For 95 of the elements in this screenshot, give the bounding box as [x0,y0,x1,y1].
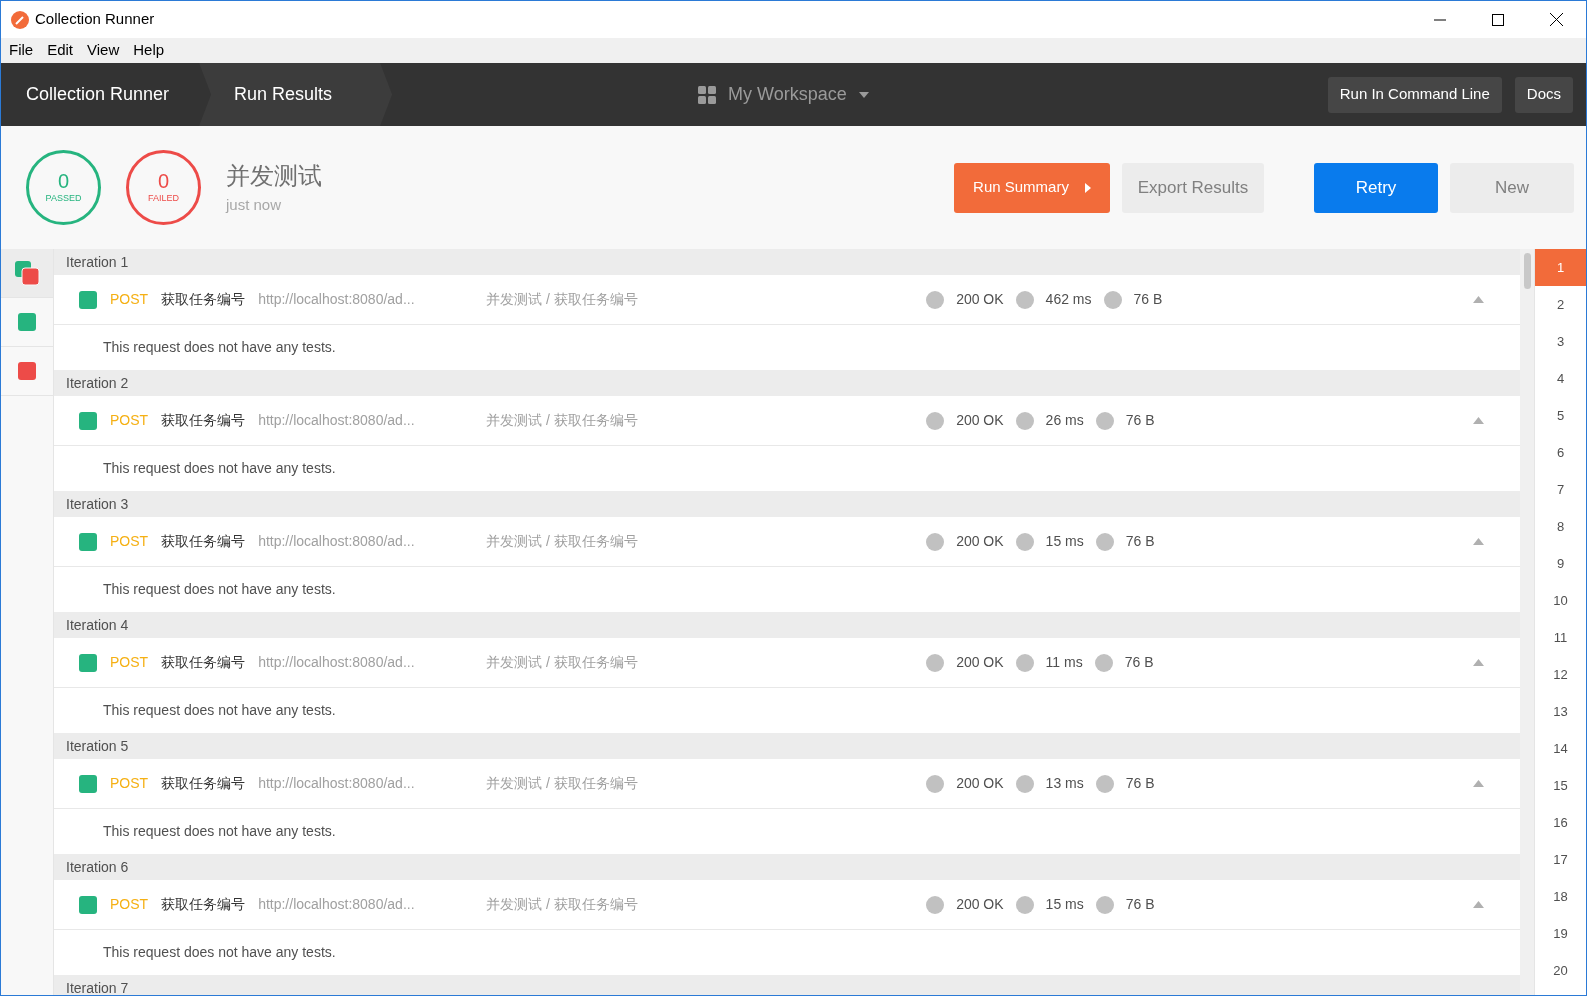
request-name: 获取任务编号 [161,774,246,793]
request-path: 并发测试 / 获取任务编号 [486,411,639,430]
response-size: 76 B [1125,774,1155,793]
iteration-nav-item[interactable]: 3 [1535,323,1586,360]
request-path: 并发测试 / 获取任务编号 [486,774,639,793]
window-title: Collection Runner [35,9,155,30]
response-status: 200 OK [956,653,1004,672]
response-status: 200 OK [956,411,1004,430]
request-method: POST [110,774,149,793]
iteration-header: Iteration 4 [54,612,1520,638]
iteration-nav-item[interactable]: 5 [1535,397,1586,434]
action-button[interactable]: Retry [1314,162,1438,213]
response-time: 11 ms [1045,653,1083,672]
iteration-nav-item[interactable]: 4 [1535,360,1586,397]
iteration-nav-item[interactable]: 8 [1535,508,1586,545]
iteration-nav-item[interactable]: 9 [1535,545,1586,582]
request-path: 并发测试 / 获取任务编号 [486,532,639,551]
iteration-nav-item[interactable]: 11 [1535,619,1586,656]
request-url: http://localhost:8080/ad... [258,774,416,793]
request-path: 并发测试 / 获取任务编号 [486,895,639,914]
response-time: 26 ms [1045,411,1084,430]
header-button[interactable]: Run In Command Line [1327,76,1502,113]
no-tests-message: This request does not have any tests. [103,580,336,599]
request-method: POST [110,411,149,430]
iteration-nav-item[interactable]: 18 [1535,878,1586,915]
iteration-nav-item[interactable]: 20 [1535,952,1586,989]
iteration-nav-item[interactable]: 10 [1535,582,1586,619]
request-method: POST [110,290,149,309]
workspace-dropdown[interactable]: My Workspace [728,81,869,108]
iteration-header: Iteration 1 [54,249,1520,275]
menu-item[interactable]: View [87,39,120,62]
iteration-nav-item[interactable]: 16 [1535,804,1586,841]
request-method: POST [110,532,149,551]
request-url: http://localhost:8080/ad... [258,653,416,672]
iteration-nav-item[interactable]: 14 [1535,730,1586,767]
response-status: 200 OK [956,290,1004,309]
response-time: 15 ms [1045,532,1084,551]
collection-name: 并发测试 [226,161,322,192]
breadcrumb-tab[interactable]: Collection Runner [1,63,200,126]
response-size: 76 B [1124,653,1154,672]
request-row[interactable]: POST 获取任务编号 http://localhost:8080/ad... 并发测试 / 获取任务编号 200 OK 462 ms 76 B [54,275,1520,325]
request-row[interactable]: POST 获取任务编号 http://localhost:8080/ad... 并发测试 / 获取任务编号 200 OK 15 ms 76 B [54,880,1520,930]
no-tests-message: This request does not have any tests. [103,943,336,962]
no-tests-message: This request does not have any tests. [103,459,336,478]
request-row[interactable]: POST 获取任务编号 http://localhost:8080/ad... 并发测试 / 获取任务编号 200 OK 15 ms 76 B [54,517,1520,567]
response-size: 76 B [1125,895,1155,914]
run-time: just now [226,195,283,216]
iteration-nav-item[interactable]: 12 [1535,656,1586,693]
failed-counter: 0 FAILED [126,150,201,225]
request-name: 获取任务编号 [161,411,246,430]
iteration-nav-item[interactable]: 13 [1535,693,1586,730]
response-time: 13 ms [1045,774,1084,793]
request-path: 并发测试 / 获取任务编号 [486,653,639,672]
response-size: 76 B [1125,411,1155,430]
response-status: 200 OK [956,532,1004,551]
no-tests-message: This request does not have any tests. [103,822,336,841]
request-path: 并发测试 / 获取任务编号 [486,290,639,309]
request-url: http://localhost:8080/ad... [258,411,416,430]
response-status: 200 OK [956,774,1004,793]
request-name: 获取任务编号 [161,532,246,551]
iteration-nav-item[interactable]: 17 [1535,841,1586,878]
response-size: 76 B [1125,532,1155,551]
iteration-nav-item[interactable]: 19 [1535,915,1586,952]
request-name: 获取任务编号 [161,895,246,914]
menu-item[interactable]: File [9,39,34,62]
request-row[interactable]: POST 获取任务编号 http://localhost:8080/ad... 并发测试 / 获取任务编号 200 OK 13 ms 76 B [54,759,1520,809]
iteration-header: Iteration 7 [54,975,1520,995]
iteration-header: Iteration 2 [54,370,1520,396]
response-status: 200 OK [956,895,1004,914]
request-url: http://localhost:8080/ad... [258,895,416,914]
request-name: 获取任务编号 [161,290,246,309]
header-button[interactable]: Docs [1514,76,1573,113]
request-method: POST [110,653,149,672]
breadcrumb-tab[interactable]: Run Results [199,63,393,126]
request-row[interactable]: POST 获取任务编号 http://localhost:8080/ad... 并发测试 / 获取任务编号 200 OK 11 ms 76 B [54,638,1520,688]
iteration-nav-item[interactable]: 2 [1535,286,1586,323]
menu-item[interactable]: Edit [47,39,74,62]
response-size: 76 B [1133,290,1163,309]
request-method: POST [110,895,149,914]
no-tests-message: This request does not have any tests. [103,338,336,357]
request-url: http://localhost:8080/ad... [258,290,416,309]
iteration-header: Iteration 5 [54,733,1520,759]
iteration-nav-item[interactable]: 7 [1535,471,1586,508]
response-time: 15 ms [1045,895,1084,914]
iteration-nav-item[interactable]: 15 [1535,767,1586,804]
iteration-header: Iteration 6 [54,854,1520,880]
iteration-nav-item[interactable]: 6 [1535,434,1586,471]
passed-counter: 0 PASSED [26,150,101,225]
menu-item[interactable]: Help [133,39,165,62]
no-tests-message: This request does not have any tests. [103,701,336,720]
request-url: http://localhost:8080/ad... [258,532,416,551]
response-time: 462 ms [1045,290,1092,309]
request-row[interactable]: POST 获取任务编号 http://localhost:8080/ad... 并发测试 / 获取任务编号 200 OK 26 ms 76 B [54,396,1520,446]
request-name: 获取任务编号 [161,653,246,672]
iteration-header: Iteration 3 [54,491,1520,517]
